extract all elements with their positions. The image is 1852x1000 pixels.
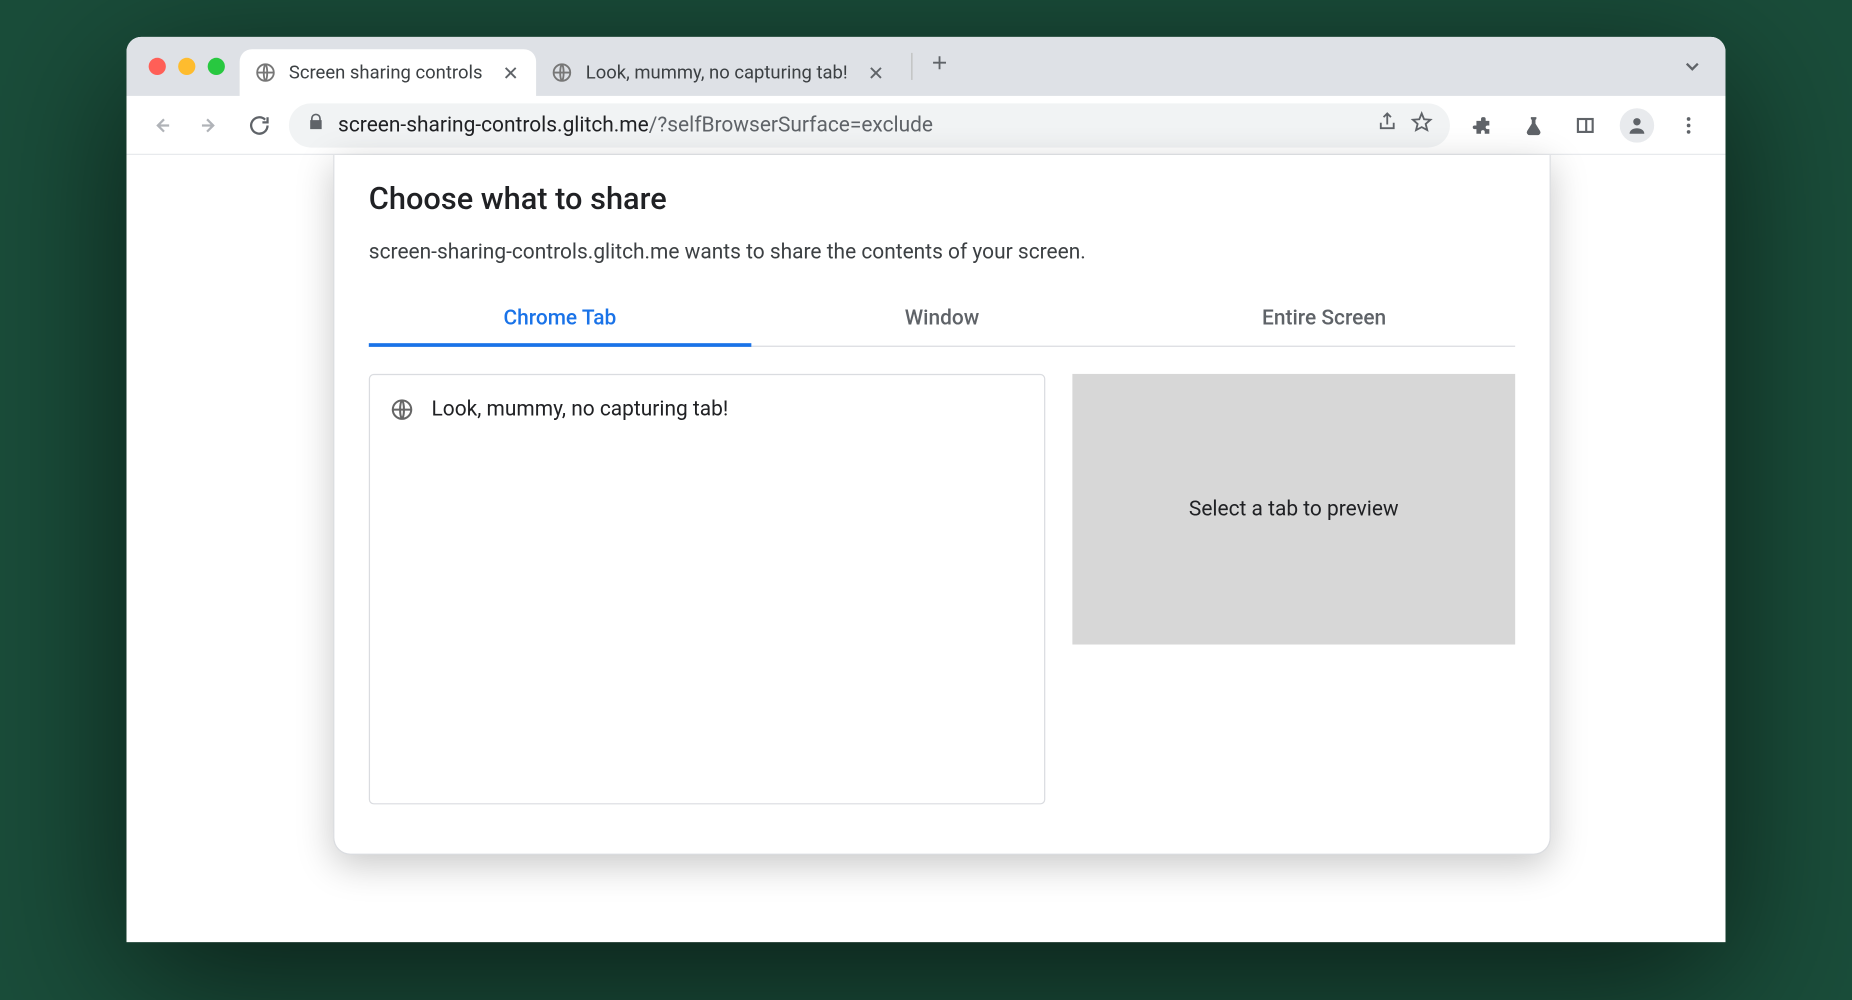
tab-strip: Screen sharing controls ✕ Look, mummy, n… — [127, 37, 1726, 96]
picker-tab-chrome-tab[interactable]: Chrome Tab — [369, 292, 751, 346]
toolbar-actions — [1460, 108, 1711, 142]
picker-subtitle: screen-sharing-controls.glitch.me wants … — [369, 240, 1515, 265]
window-close-button[interactable] — [149, 58, 166, 75]
nav-reload-button[interactable] — [240, 105, 279, 144]
browser-tab[interactable]: Look, mummy, no capturing tab! ✕ — [537, 49, 902, 96]
picker-tab-window[interactable]: Window — [751, 292, 1133, 346]
preview-placeholder: Select a tab to preview — [1189, 497, 1399, 522]
tab-close-button[interactable]: ✕ — [500, 61, 522, 84]
bookmark-icon[interactable] — [1411, 111, 1433, 139]
screen-share-picker: Choose what to share screen-sharing-cont… — [333, 155, 1551, 855]
browser-toolbar: screen-sharing-controls.glitch.me/?selfB… — [127, 96, 1726, 155]
url-host: screen-sharing-controls.glitch.me — [338, 113, 649, 138]
extensions-button[interactable] — [1465, 108, 1499, 142]
share-icon[interactable] — [1376, 111, 1398, 139]
preview-panel: Select a tab to preview — [1072, 374, 1515, 645]
picker-tab-entire-screen[interactable]: Entire Screen — [1133, 292, 1515, 346]
shareable-tab-list: Look, mummy, no capturing tab! — [369, 374, 1046, 804]
url-text: screen-sharing-controls.glitch.me/?selfB… — [338, 113, 1364, 138]
globe-icon — [390, 397, 415, 422]
tab-separator — [912, 53, 913, 80]
window-controls — [141, 58, 239, 75]
tab-title: Look, mummy, no capturing tab! — [586, 62, 848, 84]
shareable-tab-title: Look, mummy, no capturing tab! — [432, 397, 729, 422]
globe-icon — [254, 62, 276, 84]
url-path: /?selfBrowserSurface=exclude — [649, 113, 933, 138]
page-content: Choose what to share screen-sharing-cont… — [127, 155, 1726, 942]
shareable-tab-item[interactable]: Look, mummy, no capturing tab! — [385, 390, 1030, 429]
window-minimize-button[interactable] — [178, 58, 195, 75]
kebab-menu-button[interactable] — [1671, 108, 1705, 142]
tab-close-button[interactable]: ✕ — [865, 61, 887, 84]
nav-forward-button[interactable] — [190, 105, 229, 144]
new-tab-button[interactable] — [923, 50, 957, 83]
tab-search-button[interactable] — [1681, 55, 1703, 77]
chevron-down-icon — [1681, 55, 1703, 77]
address-bar[interactable]: screen-sharing-controls.glitch.me/?selfB… — [289, 103, 1450, 147]
sidepanel-button[interactable] — [1568, 108, 1602, 142]
browser-window: Screen sharing controls ✕ Look, mummy, n… — [127, 37, 1726, 942]
picker-title: Choose what to share — [369, 182, 1515, 218]
profile-button[interactable] — [1620, 108, 1654, 142]
labs-button[interactable] — [1516, 108, 1550, 142]
picker-tabs: Chrome Tab Window Entire Screen — [369, 292, 1515, 347]
globe-icon — [551, 62, 573, 84]
picker-body: Look, mummy, no capturing tab! Select a … — [369, 374, 1515, 804]
browser-tab-active[interactable]: Screen sharing controls ✕ — [240, 49, 537, 96]
tab-title: Screen sharing controls — [289, 62, 483, 84]
nav-back-button[interactable] — [141, 105, 180, 144]
window-zoom-button[interactable] — [208, 58, 225, 75]
lock-icon — [306, 112, 326, 138]
